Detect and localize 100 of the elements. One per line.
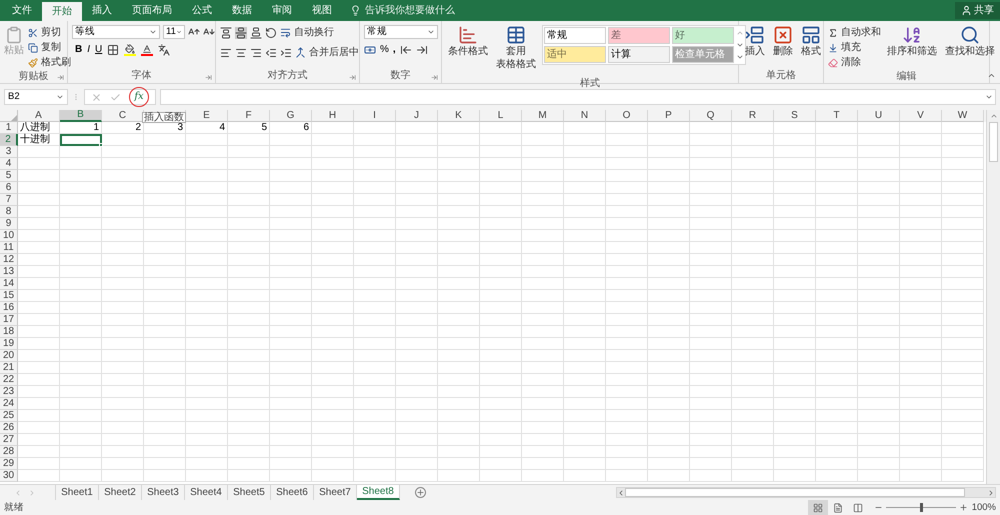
dialog-launcher-icon[interactable] bbox=[205, 74, 212, 81]
ribbon-tab[interactable]: 页面布局 bbox=[122, 0, 182, 21]
dialog-launcher-icon[interactable] bbox=[431, 74, 438, 81]
clipboard-button[interactable]: 格式刷 bbox=[28, 55, 71, 70]
column-header[interactable]: G bbox=[270, 110, 312, 122]
column-header[interactable]: O bbox=[606, 110, 648, 122]
cell-style-swatch[interactable]: 常规 bbox=[544, 27, 606, 44]
cell-style-swatch[interactable]: 计算 bbox=[608, 46, 670, 63]
column-header[interactable]: I bbox=[354, 110, 396, 122]
row-header[interactable]: 11 bbox=[0, 242, 18, 254]
row-header[interactable]: 6 bbox=[0, 182, 18, 194]
row-header[interactable]: 10 bbox=[0, 230, 18, 242]
currency-icon[interactable] bbox=[364, 44, 376, 56]
column-header[interactable]: P bbox=[648, 110, 690, 122]
row-header[interactable]: 27 bbox=[0, 434, 18, 446]
indent-decrease-icon[interactable] bbox=[265, 46, 277, 58]
ribbon-tab[interactable]: 开始 bbox=[42, 2, 82, 21]
orientation-icon[interactable] bbox=[265, 26, 277, 38]
row-header[interactable]: 29 bbox=[0, 458, 18, 470]
ribbon-tab[interactable]: 插入 bbox=[82, 0, 122, 21]
scroll-thumb[interactable] bbox=[625, 488, 965, 497]
align-middle-icon[interactable] bbox=[235, 26, 247, 38]
ribbon-tab[interactable]: 审阅 bbox=[262, 0, 302, 21]
column-header[interactable]: V bbox=[900, 110, 942, 122]
ribbon-tab[interactable]: 公式 bbox=[182, 0, 222, 21]
vertical-scrollbar[interactable] bbox=[986, 110, 1000, 484]
dialog-launcher-icon[interactable] bbox=[57, 74, 64, 81]
row-header[interactable]: 21 bbox=[0, 362, 18, 374]
row-header[interactable]: 28 bbox=[0, 446, 18, 458]
sheet-tab[interactable]: Sheet8 bbox=[357, 485, 400, 500]
row-header[interactable]: 4 bbox=[0, 158, 18, 170]
column-header[interactable]: T bbox=[816, 110, 858, 122]
row-header[interactable]: 16 bbox=[0, 302, 18, 314]
find-select-button[interactable]: 查找和选择 bbox=[943, 25, 997, 66]
row-header[interactable]: 8 bbox=[0, 206, 18, 218]
decrease-decimal-icon[interactable] bbox=[416, 44, 428, 56]
insert-function-button[interactable]: fx bbox=[129, 87, 149, 107]
number-format-dropdown[interactable]: 常规 bbox=[364, 25, 438, 39]
column-header[interactable]: R bbox=[732, 110, 774, 122]
comma-button[interactable]: , bbox=[392, 45, 396, 55]
scroll-up-icon[interactable] bbox=[990, 112, 998, 120]
ribbon-tab[interactable]: 视图 bbox=[302, 0, 342, 21]
clear-button[interactable]: 清除 bbox=[828, 55, 881, 70]
underline-button[interactable]: U bbox=[95, 45, 102, 55]
font-name-dropdown[interactable]: 等线 bbox=[72, 25, 160, 39]
bold-button[interactable]: B bbox=[75, 45, 82, 55]
ribbon-tab[interactable]: 数据 bbox=[222, 0, 262, 21]
table-format-button[interactable]: 套用 表格格式 bbox=[494, 25, 538, 79]
column-header[interactable]: W bbox=[942, 110, 984, 122]
cell-style-swatch[interactable]: 差 bbox=[608, 27, 670, 44]
cells-button[interactable]: 插入 bbox=[743, 25, 767, 66]
percent-button[interactable]: % bbox=[380, 45, 389, 55]
column-header[interactable]: J bbox=[396, 110, 438, 122]
fill-handle[interactable] bbox=[99, 143, 103, 147]
row-header[interactable]: 22 bbox=[0, 374, 18, 386]
row-header[interactable]: 17 bbox=[0, 314, 18, 326]
dialog-launcher-icon[interactable] bbox=[349, 74, 356, 81]
increase-decimal-icon[interactable] bbox=[400, 44, 412, 56]
fill-color-icon[interactable] bbox=[124, 44, 136, 56]
row-header[interactable]: 25 bbox=[0, 410, 18, 422]
cells-button[interactable]: 格式 bbox=[799, 25, 823, 66]
row-header[interactable]: 20 bbox=[0, 350, 18, 362]
collapse-ribbon-icon[interactable] bbox=[987, 71, 996, 80]
conditional-format-button[interactable]: 条件格式 bbox=[446, 25, 490, 66]
column-header[interactable]: N bbox=[564, 110, 606, 122]
row-header[interactable]: 12 bbox=[0, 254, 18, 266]
tell-me-field[interactable]: 告诉我你想要做什么 bbox=[350, 0, 455, 21]
fill-button[interactable]: 填充 bbox=[828, 40, 881, 55]
font-color-icon[interactable] bbox=[141, 44, 154, 56]
column-header[interactable]: Q bbox=[690, 110, 732, 122]
active-cell[interactable] bbox=[60, 134, 102, 146]
zoom-slider[interactable] bbox=[886, 503, 956, 512]
row-header[interactable]: 1 bbox=[0, 122, 18, 134]
column-header[interactable]: K bbox=[438, 110, 480, 122]
scroll-right-icon[interactable] bbox=[987, 488, 995, 496]
ribbon-tab[interactable]: 文件 bbox=[2, 0, 42, 21]
align-top-icon[interactable] bbox=[220, 26, 232, 38]
scroll-thumb[interactable] bbox=[989, 122, 998, 162]
row-header[interactable]: 2 bbox=[0, 134, 18, 146]
name-box[interactable]: B2 bbox=[4, 89, 68, 105]
align-center-icon[interactable] bbox=[235, 46, 247, 58]
row-header[interactable]: 23 bbox=[0, 386, 18, 398]
column-header[interactable]: F bbox=[228, 110, 270, 122]
zoom-thumb[interactable] bbox=[920, 503, 923, 512]
row-header[interactable]: 9 bbox=[0, 218, 18, 230]
cell-style-swatch[interactable]: 好 bbox=[672, 27, 734, 44]
align-left-icon[interactable] bbox=[220, 46, 232, 58]
sort-filter-button[interactable]: 排序和筛选 bbox=[885, 25, 939, 66]
row-header[interactable]: 18 bbox=[0, 326, 18, 338]
formula-input[interactable] bbox=[160, 89, 996, 105]
column-header[interactable]: S bbox=[774, 110, 816, 122]
font-size-dropdown[interactable]: 11 bbox=[163, 25, 185, 39]
row-header[interactable]: 15 bbox=[0, 290, 18, 302]
row-header[interactable]: 30 bbox=[0, 470, 18, 482]
merge-center-button[interactable]: 合并后居中 bbox=[295, 45, 359, 60]
share-button[interactable]: 共享 bbox=[955, 2, 1000, 19]
column-header[interactable]: B bbox=[60, 110, 102, 122]
row-header[interactable]: 26 bbox=[0, 422, 18, 434]
column-header[interactable]: L bbox=[480, 110, 522, 122]
align-bottom-icon[interactable] bbox=[250, 26, 262, 38]
